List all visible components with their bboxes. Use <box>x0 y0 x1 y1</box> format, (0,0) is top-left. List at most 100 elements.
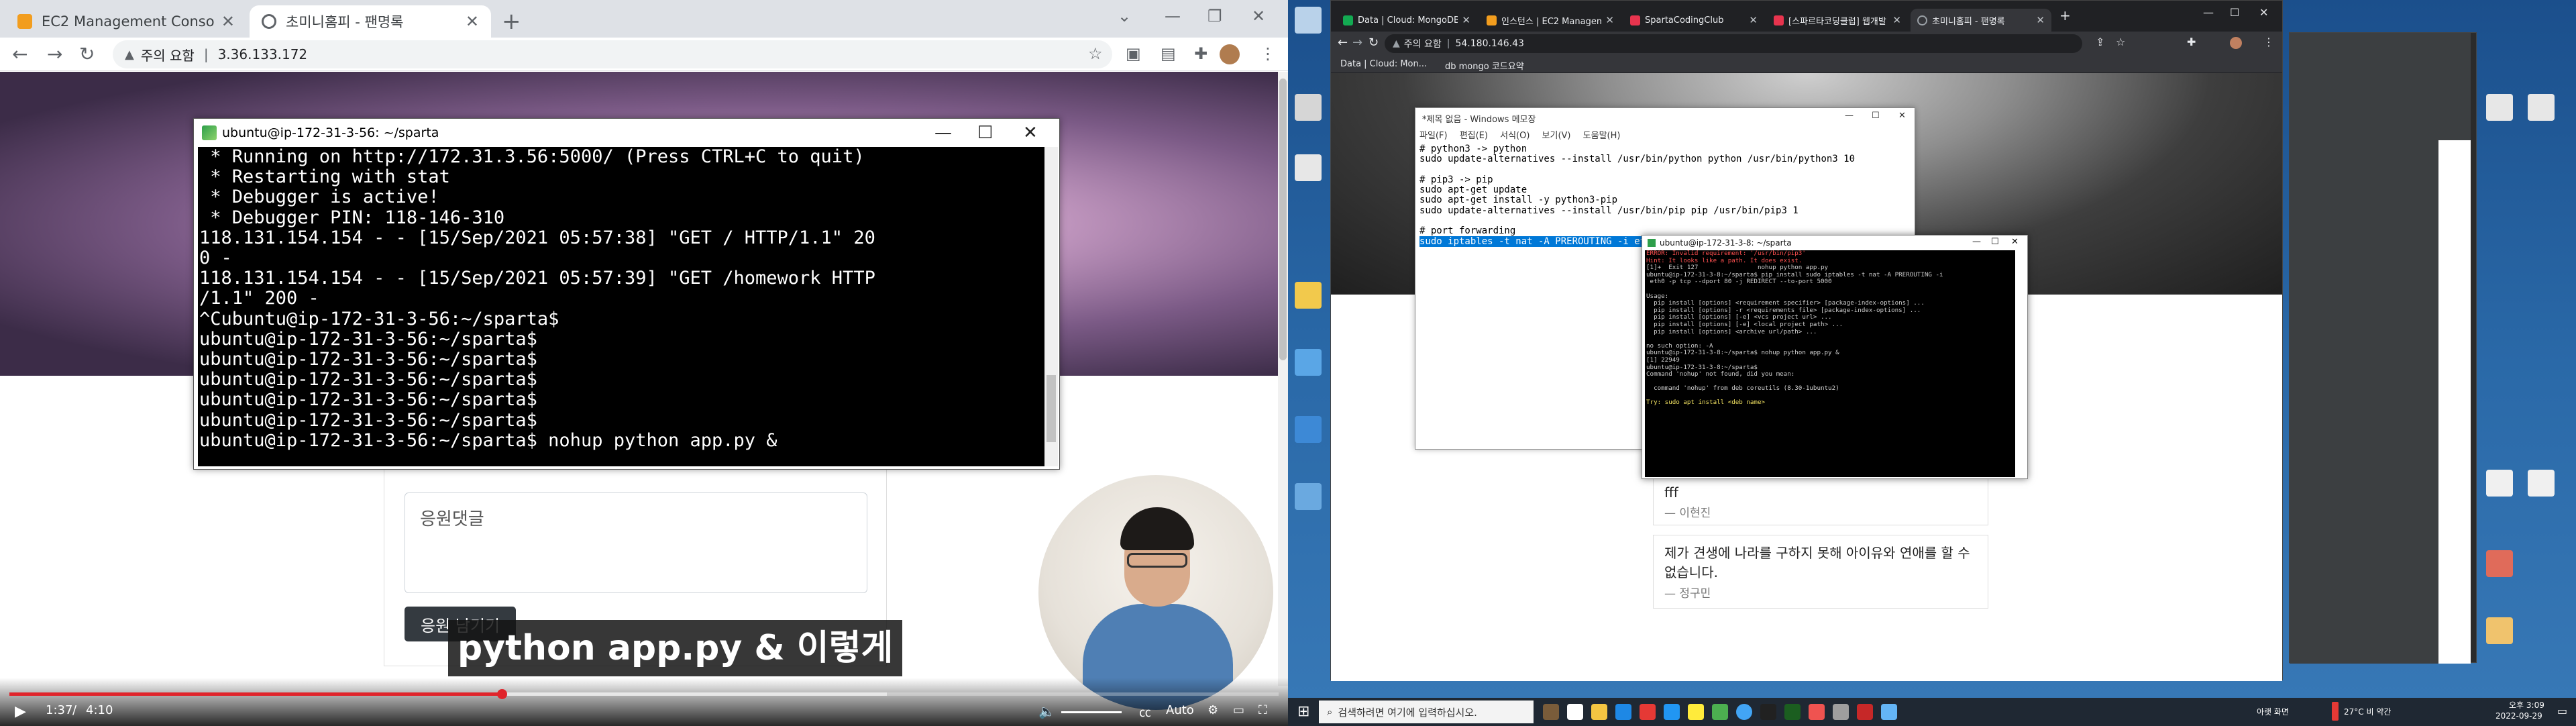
taskbar-app-icon[interactable] <box>1543 704 1559 720</box>
taskbar-app-icon[interactable] <box>1809 704 1825 720</box>
youtube-icon[interactable] <box>1640 704 1656 720</box>
minimize-icon[interactable]: — <box>1165 7 1181 25</box>
back-icon[interactable]: ← <box>1338 36 1348 50</box>
menu-icon[interactable]: ⋮ <box>1260 44 1276 63</box>
bookmark-item[interactable]: db mongo 코드요약 <box>1445 59 1524 72</box>
bookmark-star-icon[interactable]: ☆ <box>1088 44 1103 63</box>
extension-icon[interactable]: ▤ <box>1161 44 1176 63</box>
tab-guestbook[interactable]: 초미니홈피 - 팬명록 ✕ <box>1911 9 2051 32</box>
reload-icon[interactable]: ↻ <box>79 43 95 65</box>
terminal-output[interactable]: * Running on http://172.31.3.56:5000/ (P… <box>198 147 1044 466</box>
desktop-icon[interactable] <box>2521 470 2561 498</box>
play-icon[interactable]: ▶ <box>15 703 26 720</box>
desktop-icon-pc[interactable] <box>1288 349 1328 377</box>
theater-icon[interactable]: ▭ <box>1233 703 1244 717</box>
desktop-icon[interactable] <box>2521 94 2561 122</box>
clock-time[interactable]: 오후 3:09 <box>2509 699 2544 711</box>
share-icon[interactable]: ⇪ <box>2096 36 2104 48</box>
tab-ec2[interactable]: EC2 Management Console ✕ <box>5 5 247 38</box>
puzzle-icon[interactable]: ✚ <box>2187 36 2196 48</box>
maximize-icon[interactable]: ☐ <box>1991 237 1999 247</box>
minimize-icon[interactable]: — <box>934 123 952 143</box>
desktop-icon[interactable] <box>2479 94 2520 122</box>
minimize-icon[interactable]: — <box>1972 237 1981 247</box>
terminal-titlebar[interactable]: ubuntu@ip-172-31-3-8: ~/sparta — ☐ ✕ <box>1642 236 2027 250</box>
maximize-icon[interactable]: ☐ <box>977 123 993 143</box>
new-tab-icon[interactable]: + <box>2059 7 2071 23</box>
tab-mongodb[interactable]: Data | Cloud: MongoDB Clo ✕ <box>1336 9 1477 32</box>
terminal-titlebar[interactable]: ubuntu@ip-172-31-3-56: ~/sparta — ☐ ✕ <box>194 119 1059 147</box>
close-icon[interactable]: ✕ <box>1749 14 1758 26</box>
notification-icon[interactable]: ▭ <box>2557 705 2567 717</box>
minimize-icon[interactable]: — <box>2203 6 2214 19</box>
taskbar-app-icon[interactable] <box>1760 704 1776 720</box>
tab-sparta[interactable]: SpartaCodingClub ✕ <box>1623 9 1764 32</box>
close-icon[interactable]: ✕ <box>466 12 479 31</box>
maximize-icon[interactable]: ☐ <box>2230 6 2239 19</box>
close-icon[interactable]: ✕ <box>1605 14 1614 26</box>
clock-date[interactable]: 2022-09-29 <box>2496 711 2542 721</box>
address-bar[interactable]: ▲ 주의 요함 | 3.36.133.172 <box>113 40 1112 68</box>
volume-icon[interactable]: 🔈 <box>1038 703 1055 719</box>
desktop-icon[interactable] <box>1288 483 1328 511</box>
close-icon[interactable]: ✕ <box>1898 111 1906 121</box>
seek-bar[interactable] <box>9 689 1279 699</box>
comment-textarea[interactable]: 응원댓글 <box>405 492 867 593</box>
fullscreen-icon[interactable]: ⛶ <box>1258 703 1267 717</box>
reload-icon[interactable]: ↻ <box>1368 36 1379 50</box>
menu-item[interactable]: 서식(O) <box>1500 131 1529 141</box>
mail-icon[interactable] <box>1615 704 1631 720</box>
new-tab-icon[interactable]: + <box>502 8 521 35</box>
menu-item[interactable]: 보기(V) <box>1542 131 1571 141</box>
desktop-icon[interactable] <box>2479 550 2520 578</box>
forward-icon[interactable]: → <box>1352 36 1362 50</box>
forward-icon[interactable]: → <box>47 43 62 65</box>
task-view-icon[interactable] <box>1567 704 1583 720</box>
filezilla-icon[interactable] <box>1857 704 1873 720</box>
extension-icon[interactable]: ▣ <box>1126 44 1141 63</box>
close-icon[interactable]: ✕ <box>1462 14 1470 26</box>
ide-window[interactable] <box>2289 32 2477 664</box>
taskbar-app-icon[interactable] <box>1664 704 1680 720</box>
desktop-icon[interactable] <box>2479 617 2520 645</box>
tab-search-icon[interactable]: ⌄ <box>1118 7 1131 25</box>
kakaotalk-icon[interactable] <box>1688 704 1704 720</box>
taskbar-app-icon[interactable] <box>1833 704 1849 720</box>
desktop-icon[interactable] <box>1288 94 1328 122</box>
maximize-icon[interactable]: ❐ <box>1208 7 1222 25</box>
avatar[interactable] <box>1220 44 1240 64</box>
bookmark-item[interactable]: Data | Cloud: Mon... <box>1340 59 1427 69</box>
desktop-icon-user[interactable] <box>1288 282 1328 310</box>
chrome-icon[interactable] <box>1736 704 1752 720</box>
back-icon[interactable]: ← <box>12 43 28 65</box>
file-explorer-icon[interactable] <box>1591 704 1607 720</box>
windows-start-icon[interactable]: ⊞ <box>1297 703 1309 720</box>
close-icon[interactable]: ✕ <box>1023 123 1038 143</box>
taskbar-app-icon[interactable] <box>1712 704 1728 720</box>
close-icon[interactable]: ✕ <box>221 12 235 31</box>
taskbar-search[interactable]: ⌕ 검색하려면 여기에 입력하십시오. <box>1319 701 1534 723</box>
tray-label[interactable]: 아랫 화면 <box>2257 706 2289 717</box>
maximize-icon[interactable]: ☐ <box>1872 111 1880 121</box>
captions-icon[interactable]: ㏄ <box>1139 703 1151 721</box>
scrubber-handle[interactable] <box>497 689 508 699</box>
window-close-icon[interactable]: ✕ <box>1252 7 1265 25</box>
terminal-scrollbar[interactable] <box>1044 147 1058 466</box>
volume-slider[interactable] <box>1061 711 1122 713</box>
tab-sparta-web[interactable]: [스파르타코딩클럽] 웹개발 ✕ <box>1767 9 1908 32</box>
weather-text[interactable]: 27°C 비 약간 <box>2344 706 2391 717</box>
minimize-icon[interactable]: — <box>1845 111 1854 121</box>
desktop-icon[interactable] <box>1288 154 1328 183</box>
menu-icon[interactable]: ⋮ <box>2263 36 2274 48</box>
bookmark-star-icon[interactable]: ☆ <box>2116 36 2125 48</box>
scrollbar[interactable] <box>1278 72 1288 686</box>
quality-label[interactable]: Auto <box>1166 703 1194 717</box>
close-icon[interactable]: ✕ <box>1892 14 1901 26</box>
menu-item[interactable]: 파일(F) <box>1419 131 1448 141</box>
video-player[interactable]: EC2 Management Console ✕ 초미니홈피 - 팬명록 ✕ +… <box>0 0 1288 726</box>
terminal-output[interactable]: ERROR: Invalid requirement: '/usr/bin/pi… <box>1645 250 2015 477</box>
pycharm-icon[interactable] <box>1784 704 1801 720</box>
desktop-icon-recycle[interactable] <box>1288 7 1328 35</box>
menu-item[interactable]: 도움말(H) <box>1583 131 1621 141</box>
notepad-titlebar[interactable]: *제목 없음 - Windows 메모장 — ☐ ✕ <box>1415 108 1915 128</box>
